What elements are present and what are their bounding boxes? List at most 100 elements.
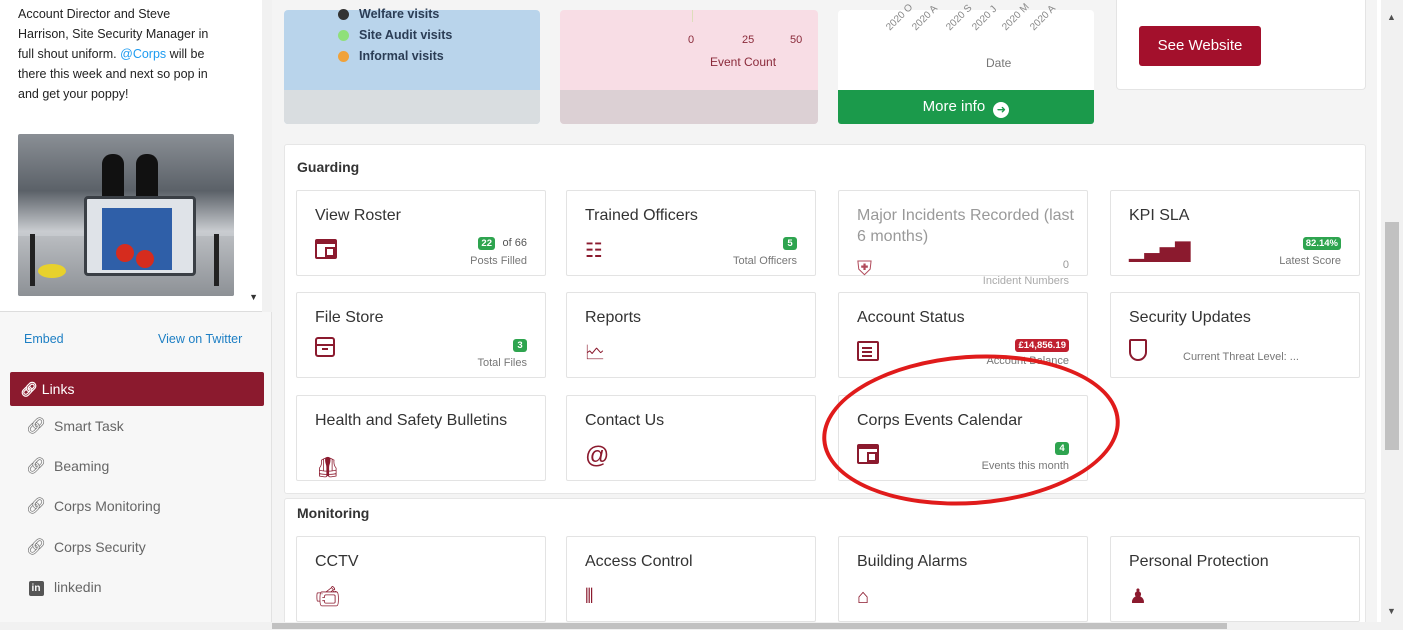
- event-card-footer[interactable]: [560, 90, 818, 124]
- legend-item-site-audit: Site Audit visits: [338, 28, 452, 42]
- scrollbar-thumb[interactable]: [272, 623, 1227, 629]
- tick-label: 0: [688, 34, 695, 46]
- legend-dot: [338, 29, 349, 41]
- sidebar-item-corps-monitoring[interactable]: 🔗︎ Corps Monitoring: [26, 494, 161, 518]
- chevron-down-icon[interactable]: ▼: [249, 292, 258, 302]
- tile-subtitle: Total Officers: [733, 255, 797, 267]
- tile-contact-us[interactable]: Contact Us @: [566, 395, 816, 481]
- tick-label: 25: [742, 34, 755, 46]
- tile-subtitle: Posts Filled: [470, 255, 527, 267]
- link-icon: 🔗︎: [20, 381, 38, 397]
- sidebar-item-beaming[interactable]: 🔗︎ Beaming: [26, 454, 109, 478]
- incident-count: 0: [1062, 259, 1069, 271]
- sidebar-item-linkedin[interactable]: in linkedin: [26, 575, 101, 599]
- archive-icon: [315, 337, 339, 361]
- warning-shield-icon: ⛨: [857, 258, 872, 280]
- guard-icon: ♟︎: [1129, 586, 1147, 608]
- visits-card-footer[interactable]: [284, 90, 540, 124]
- tile-corps-events-calendar[interactable]: Corps Events Calendar 4 Events this mont…: [838, 395, 1088, 481]
- website-card: See Website: [1116, 0, 1366, 90]
- horizontal-scrollbar[interactable]: [0, 622, 1381, 630]
- count-badge: 22: [478, 237, 495, 250]
- tile-subtitle: Latest Score: [1279, 255, 1341, 267]
- cctv-camera-icon: 📹︎: [315, 586, 341, 608]
- view-on-twitter-link[interactable]: View on Twitter: [158, 332, 242, 346]
- more-info-button[interactable]: More info ➜: [838, 90, 1094, 124]
- visits-chart-card: Welfare visits Site Audit visits Informa…: [284, 7, 540, 124]
- balance-badge: £14,856.19: [1015, 339, 1069, 352]
- embed-link[interactable]: Embed: [24, 332, 64, 346]
- tweet-scrollbar[interactable]: [262, 0, 272, 312]
- arrow-right-icon: ➜: [993, 102, 1010, 118]
- tweet-text: Account Director and Steve Harrison, Sit…: [18, 7, 209, 101]
- main-content: Welfare visits Site Audit visits Informa…: [272, 0, 1377, 630]
- tick-label: 2020 M: [1000, 1, 1032, 33]
- vertical-scrollbar[interactable]: ▲ ▼: [1381, 0, 1403, 630]
- tick-label: 2020 J: [970, 3, 1000, 34]
- count-badge: 4: [1055, 442, 1069, 455]
- tile-trained-officers[interactable]: Trained Officers ☷ 5 Total Officers: [566, 190, 816, 276]
- legend-item-informal: Informal visits: [338, 49, 444, 63]
- link-icon: 🔗︎: [26, 418, 47, 435]
- sidebar-item-smart-task[interactable]: 🔗︎ Smart Task: [26, 414, 124, 438]
- tile-security-updates[interactable]: Security Updates Current Threat Level: .…: [1110, 292, 1360, 378]
- score-badge: 82.14%: [1302, 237, 1341, 250]
- legend-item-welfare: Welfare visits: [338, 7, 439, 21]
- section-title: Guarding: [297, 159, 360, 175]
- sidebar: Account Director and Steve Harrison, Sit…: [0, 0, 272, 630]
- tweet-footer: Embed View on Twitter: [0, 312, 262, 368]
- tile-subtitle: Account Balance: [986, 355, 1069, 367]
- calendar-icon: [315, 239, 339, 263]
- scroll-down-icon[interactable]: ▼: [1387, 606, 1396, 616]
- door-icon: ⫴: [585, 586, 594, 608]
- tile-account-status[interactable]: Account Status £14,856.19 Account Balanc…: [838, 292, 1088, 378]
- tile-subtitle: Events this month: [981, 460, 1069, 472]
- tile-health-safety[interactable]: Health and Safety Bulletins 🦺︎: [296, 395, 546, 481]
- tile-personal-protection[interactable]: Personal Protection ♟︎: [1110, 536, 1360, 622]
- tile-file-store[interactable]: File Store 3 Total Files: [296, 292, 546, 378]
- roster-total: of 66: [502, 237, 527, 249]
- twitter-embed: Account Director and Steve Harrison, Sit…: [0, 0, 262, 312]
- tile-kpi-sla[interactable]: KPI SLA ▁▃▅▇ 82.14% Latest Score: [1110, 190, 1360, 276]
- shield-icon: [1129, 339, 1153, 363]
- tile-building-alarms[interactable]: Building Alarms ⌂: [838, 536, 1088, 622]
- x-axis-label: Event Count: [710, 55, 777, 69]
- scroll-up-icon[interactable]: ▲: [1387, 12, 1396, 22]
- tick-label: 2020 A: [910, 3, 941, 34]
- tick-label: 2020 O: [884, 2, 916, 33]
- legend-dot: [338, 8, 349, 20]
- link-icon: 🔗︎: [26, 539, 47, 556]
- linkedin-icon: in: [26, 578, 46, 596]
- tile-cctv[interactable]: CCTV 📹︎: [296, 536, 546, 622]
- tile-major-incidents[interactable]: Major Incidents Recorded (last 6 months)…: [838, 190, 1088, 287]
- link-icon: 🔗︎: [26, 498, 47, 515]
- tile-subtitle: Incident Numbers: [982, 275, 1069, 287]
- link-icon: 🔗︎: [26, 458, 47, 475]
- tile-access-control[interactable]: Access Control ⫴: [566, 536, 816, 622]
- report-icon: 🗠︎: [585, 342, 606, 364]
- tweet-photo[interactable]: [18, 134, 234, 296]
- tile-reports[interactable]: Reports 🗠︎: [566, 292, 816, 378]
- links-header[interactable]: 🔗︎ Links: [10, 372, 264, 406]
- tick-label: 2020 S: [944, 2, 975, 33]
- see-website-button[interactable]: See Website: [1139, 26, 1261, 66]
- count-badge: 5: [783, 237, 797, 250]
- sidebar-item-corps-security[interactable]: 🔗︎ Corps Security: [26, 535, 146, 559]
- invoice-icon: [857, 341, 881, 365]
- scrollbar-thumb[interactable]: [1385, 222, 1399, 450]
- tick-label: 50: [790, 34, 803, 46]
- vest-icon: 🦺︎: [315, 457, 341, 479]
- tile-view-roster[interactable]: View Roster 22 of 66 Posts Filled: [296, 190, 546, 276]
- users-icon: ☷: [585, 240, 603, 262]
- section-title: Monitoring: [297, 505, 370, 521]
- house-alarm-icon: ⌂: [857, 586, 870, 608]
- bar-chart-icon: ▁▃▅▇: [1129, 240, 1191, 262]
- count-badge: 3: [513, 339, 527, 352]
- tweet-mention-link[interactable]: @Corps: [120, 47, 166, 61]
- x-axis-label: Date: [986, 56, 1012, 70]
- legend-dot: [338, 50, 349, 62]
- threat-level: Current Threat Level: ...: [1183, 351, 1299, 363]
- tick-label: 2020 A: [1028, 3, 1059, 34]
- tile-subtitle: Total Files: [477, 357, 527, 369]
- at-sign-icon: @: [585, 442, 610, 469]
